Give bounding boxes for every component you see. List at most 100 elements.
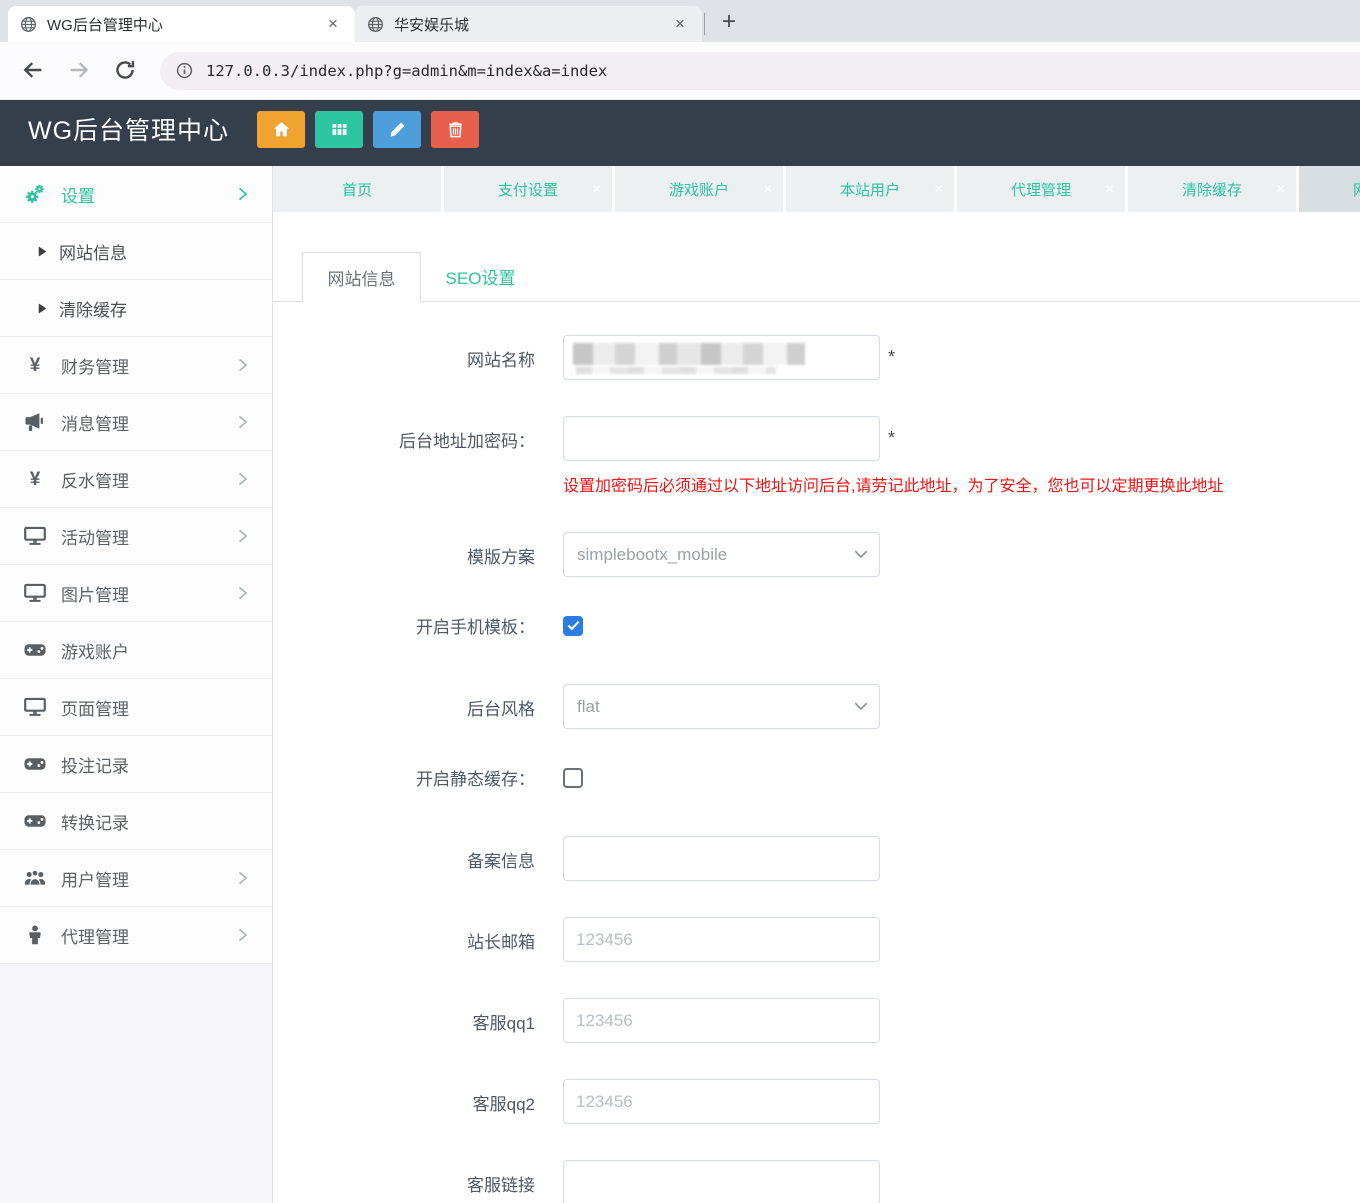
back-button[interactable]: [20, 58, 46, 84]
pencil-icon: [389, 121, 406, 138]
field-control-site-name: *: [563, 335, 895, 380]
close-icon[interactable]: ×: [323, 14, 343, 34]
form-row-service-link: 客服链接: [273, 1160, 1360, 1203]
sidebar-item-pages[interactable]: 页面管理: [0, 679, 272, 736]
delete-button[interactable]: [431, 111, 479, 148]
open-tab-label: 支付设置: [498, 179, 558, 200]
service-link-input[interactable]: [563, 1160, 880, 1203]
sidebar-item-bet-records[interactable]: 投注记录: [0, 736, 272, 793]
required-asterisk: *: [888, 416, 895, 449]
close-icon[interactable]: ×: [670, 14, 690, 34]
sidebar-item-label: 转换记录: [61, 809, 129, 834]
reload-button[interactable]: [112, 58, 138, 84]
open-tab-label: 网站信息: [1353, 179, 1360, 200]
address-bar[interactable]: 127.0.0.3/index.php?g=admin&m=index&a=in…: [160, 52, 1360, 90]
globe-icon: [20, 16, 37, 33]
sidebar-item-rebate[interactable]: ¥反水管理: [0, 451, 272, 508]
sidebar-item-label: 消息管理: [61, 410, 129, 435]
browser-tab-wg-admin[interactable]: WG后台管理中心×: [8, 6, 355, 42]
service-qq2-input[interactable]: [563, 1079, 880, 1124]
globe-icon: [367, 16, 384, 33]
monitor-icon: [24, 526, 46, 546]
close-icon[interactable]: ×: [934, 181, 943, 198]
sidebar-item-convert-records[interactable]: 转换记录: [0, 793, 272, 850]
browser-tab-strip: WG后台管理中心×华安娱乐城× +: [0, 0, 1360, 42]
template-scheme-select[interactable]: simplebootx_mobile: [563, 532, 880, 577]
sidebar-item-label: 页面管理: [61, 695, 129, 720]
open-tab-site-users[interactable]: 本站用户×: [786, 166, 954, 212]
close-icon[interactable]: ×: [763, 181, 772, 198]
new-tab-button[interactable]: +: [713, 6, 745, 38]
field-control-service-link: [563, 1160, 880, 1203]
columns-button[interactable]: [315, 111, 363, 148]
service-qq1-input[interactable]: [563, 998, 880, 1043]
chevron-down-icon: [854, 550, 868, 559]
form-row-template-scheme: 模版方案simplebootx_mobile: [273, 532, 1360, 577]
sidebar-item-finance[interactable]: ¥财务管理: [0, 337, 272, 394]
home-button[interactable]: [257, 111, 305, 148]
field-control-template-scheme: simplebootx_mobile: [563, 532, 880, 577]
sidebar-item-game-accounts[interactable]: 游戏账户: [0, 622, 272, 679]
enable-mobile-template-checkbox[interactable]: [563, 616, 583, 636]
sidebar-item-clear-cache[interactable]: 清除缓存: [0, 280, 272, 337]
sidebar-item-users[interactable]: 用户管理: [0, 850, 272, 907]
open-tab-site-info[interactable]: 网站信息×: [1299, 166, 1360, 212]
field-control-admin-style: flat: [563, 684, 880, 729]
sidebar-item-label: 清除缓存: [59, 296, 127, 321]
browser-tab-huaan[interactable]: 华安娱乐城×: [355, 6, 702, 42]
censored-value: [573, 343, 805, 365]
tab-site-info[interactable]: 网站信息: [302, 252, 421, 302]
open-tab-payment-settings[interactable]: 支付设置 ×: [444, 166, 612, 212]
sidebar-item-label: 代理管理: [61, 923, 129, 948]
monitor-icon: [24, 697, 46, 717]
field-control-webmaster-email: [563, 917, 880, 962]
open-tab-label: 清除缓存: [1182, 179, 1242, 200]
field-control-admin-path-password: * 设置加密码后必须通过以下地址访问后台,请劳记此地址，为了安全，您也可以定期更换…: [563, 416, 1223, 496]
chevron-right-icon: [237, 357, 248, 373]
required-asterisk: *: [888, 335, 895, 368]
chevron-right-icon: [237, 414, 248, 430]
gears-icon: [24, 184, 46, 204]
open-tab-clear-cache[interactable]: 清除缓存 ×: [1128, 166, 1296, 212]
admin-path-password-input[interactable]: [563, 416, 880, 461]
sidebar-item-agents[interactable]: 代理管理: [0, 907, 272, 964]
sidebar-item-activity[interactable]: 活动管理: [0, 508, 272, 565]
field-warning-note: 设置加密码后必须通过以下地址访问后台,请劳记此地址，为了安全，您也可以定期更换此…: [563, 472, 1223, 496]
sidebar-item-settings[interactable]: 设置: [0, 166, 272, 223]
open-tab-home[interactable]: 首页: [273, 166, 441, 212]
chevron-right-icon: [237, 585, 248, 601]
header-quick-buttons: [257, 111, 479, 148]
select-value: flat: [577, 697, 600, 717]
sidebar-item-label: 游戏账户: [61, 638, 129, 663]
site-name-input[interactable]: [563, 335, 880, 380]
field-label-service-qq2: 客服qq2: [273, 1079, 535, 1115]
forward-button[interactable]: [66, 58, 92, 84]
webmaster-email-input[interactable]: [563, 917, 880, 962]
tab-seo-settings[interactable]: SEO设置: [421, 252, 540, 301]
content-panel: 网站信息SEO设置 网站名称*后台地址加密码：*设置加密码后必须通过以下地址访问…: [273, 218, 1360, 1203]
forward-arrow-icon: [67, 58, 91, 82]
chevron-right-icon: [237, 927, 248, 943]
sidebar-item-images[interactable]: 图片管理: [0, 565, 272, 622]
enable-static-cache-checkbox[interactable]: [563, 768, 583, 788]
sidebar-item-site-info[interactable]: 网站信息: [0, 223, 272, 280]
open-tab-game-accounts[interactable]: 游戏账户×: [615, 166, 783, 212]
tab-divider: [704, 13, 705, 35]
info-icon[interactable]: [176, 62, 193, 79]
form-row-enable-mobile-template: 开启手机模板：: [273, 613, 1360, 638]
open-tab-agents[interactable]: 代理管理×: [957, 166, 1125, 212]
site-settings-form: 网站名称*后台地址加密码：*设置加密码后必须通过以下地址访问后台,请劳记此地址，…: [273, 335, 1360, 1203]
browser-toolbar: 127.0.0.3/index.php?g=admin&m=index&a=in…: [0, 42, 1360, 100]
right-pane: 首页支付设置×游戏账户×本站用户×代理管理×清除缓存×网站信息× 网站信息SEO…: [273, 166, 1360, 1203]
close-icon[interactable]: ×: [1276, 181, 1285, 198]
close-icon[interactable]: ×: [592, 181, 601, 198]
columns-icon: [331, 121, 348, 138]
field-label-icp-info: 备案信息: [273, 836, 535, 872]
admin-header: WG后台管理中心: [0, 100, 1360, 158]
admin-style-select[interactable]: flat: [563, 684, 880, 729]
edit-button[interactable]: [373, 111, 421, 148]
icp-info-input[interactable]: [563, 836, 880, 881]
close-icon[interactable]: ×: [1105, 181, 1114, 198]
sidebar-item-messages[interactable]: 消息管理: [0, 394, 272, 451]
form-row-site-name: 网站名称*: [273, 335, 1360, 380]
